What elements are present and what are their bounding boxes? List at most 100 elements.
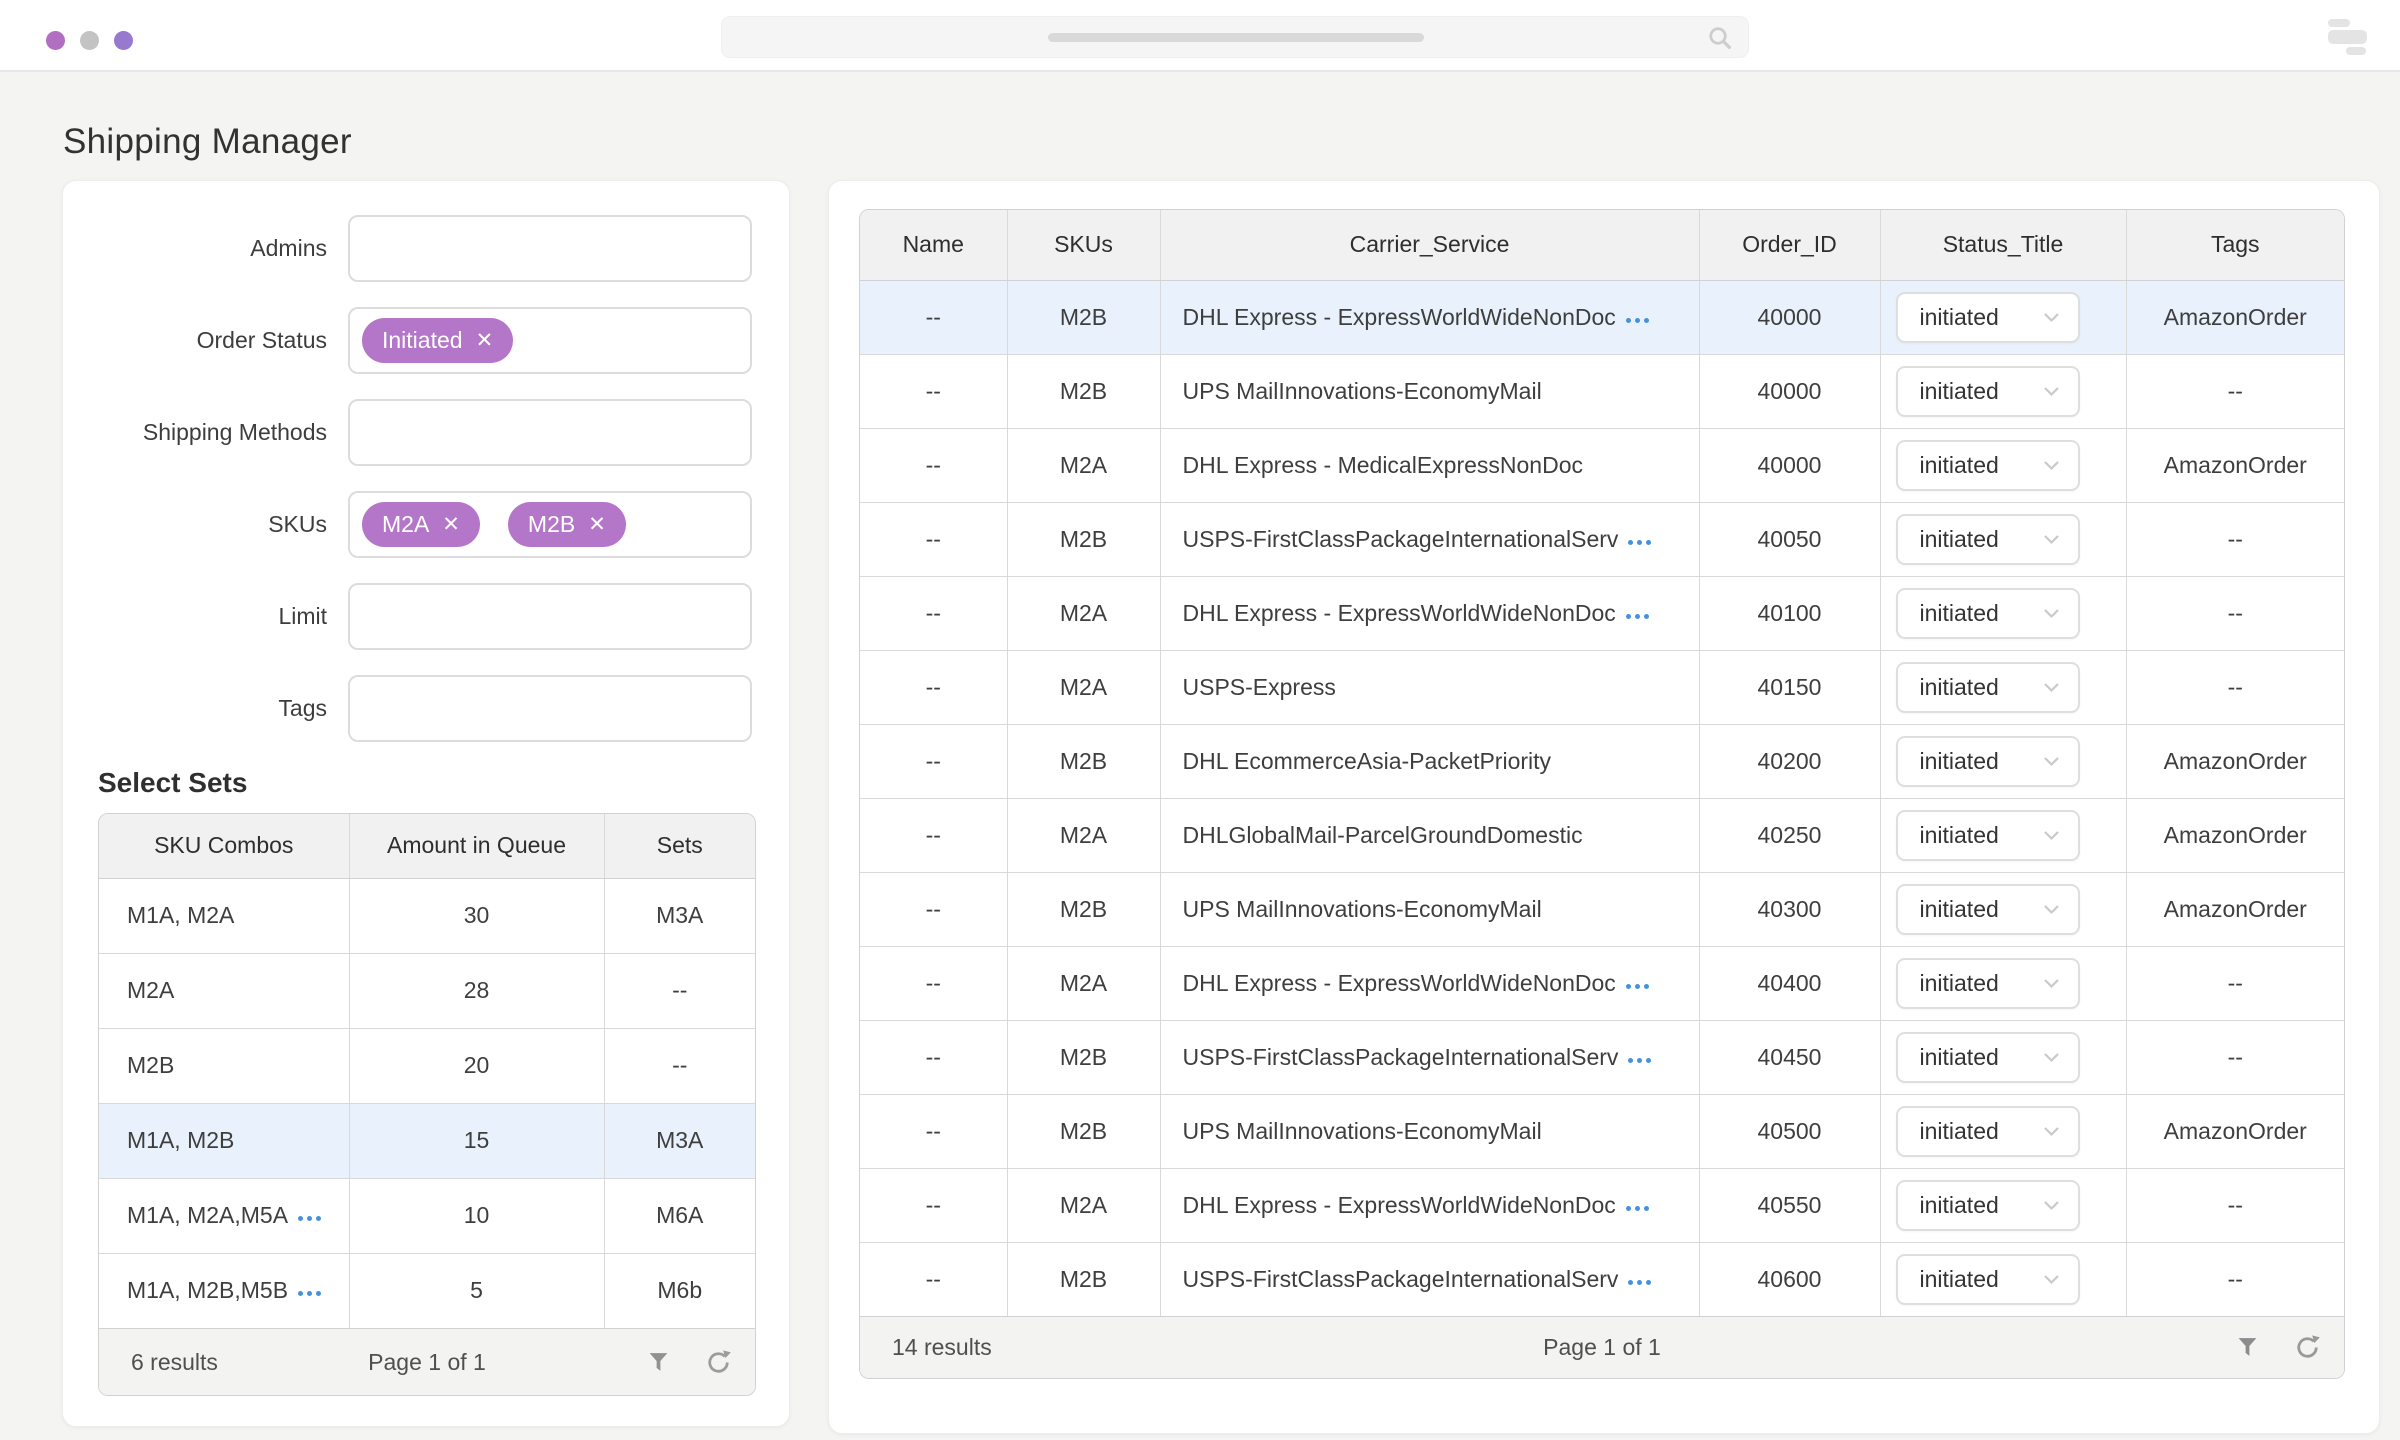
- cell-skus: M2A: [1007, 650, 1160, 724]
- filter-pill[interactable]: Initiated ✕: [362, 318, 513, 363]
- tags-input[interactable]: [348, 675, 752, 742]
- status-dropdown[interactable]: initiated: [1896, 884, 2080, 935]
- cell-tags: --: [2126, 1020, 2344, 1094]
- cell-skus: M2B: [1007, 872, 1160, 946]
- cell-skus: M2B: [1007, 724, 1160, 798]
- status-dropdown[interactable]: initiated: [1896, 292, 2080, 343]
- status-dropdown[interactable]: initiated: [1896, 958, 2080, 1009]
- field-label: SKUs: [63, 511, 327, 538]
- truncation-ellipsis-icon[interactable]: [1626, 318, 1649, 323]
- cell-status-title: initiated: [1880, 1168, 2126, 1242]
- select-sets-row[interactable]: M1A, M2B15M3A: [99, 1103, 755, 1178]
- filter-pill[interactable]: M2B✕: [508, 502, 626, 547]
- search-icon[interactable]: [1706, 24, 1734, 52]
- order-row[interactable]: --M2BUSPS-FirstClassPackageInternational…: [860, 502, 2344, 576]
- cell-amount-in-queue: 28: [349, 953, 604, 1028]
- pill-remove-icon[interactable]: ✕: [588, 514, 606, 535]
- chevron-down-icon: [2043, 534, 2060, 545]
- truncation-ellipsis-icon[interactable]: [1628, 1280, 1651, 1285]
- cell-skus: M2B: [1007, 280, 1160, 354]
- status-dropdown[interactable]: initiated: [1896, 662, 2080, 713]
- order-status-input[interactable]: Initiated ✕: [348, 307, 752, 374]
- cell-carrier-service: DHL Express - ExpressWorldWideNonDoc: [1160, 1168, 1699, 1242]
- truncation-ellipsis-icon[interactable]: [1628, 540, 1651, 545]
- order-row[interactable]: --M2BUSPS-FirstClassPackageInternational…: [860, 1020, 2344, 1094]
- select-sets-row[interactable]: M1A, M2A30M3A: [99, 878, 755, 953]
- order-row[interactable]: --M2ADHL Express - ExpressWorldWideNonDo…: [860, 1168, 2344, 1242]
- order-row[interactable]: --M2BUPS MailInnovations-EconomyMail4000…: [860, 354, 2344, 428]
- cell-status-title: initiated: [1880, 1242, 2126, 1316]
- window-control-dot-3[interactable]: [114, 31, 133, 50]
- cell-tags: --: [2126, 354, 2344, 428]
- shipping-manager-page: Shipping Manager Admins Order Status Ini…: [0, 0, 2400, 1440]
- status-dropdown[interactable]: initiated: [1896, 810, 2080, 861]
- refresh-icon[interactable]: [2292, 1333, 2322, 1363]
- status-value: initiated: [1920, 748, 1999, 775]
- status-dropdown[interactable]: initiated: [1896, 736, 2080, 787]
- status-value: initiated: [1920, 1044, 1999, 1071]
- cell-tags: --: [2126, 1242, 2344, 1316]
- refresh-icon[interactable]: [703, 1347, 733, 1377]
- cell-tags: AmazonOrder: [2126, 724, 2344, 798]
- cell-order-id: 40500: [1699, 1094, 1880, 1168]
- status-value: initiated: [1920, 526, 1999, 553]
- pill-label: Initiated: [382, 327, 463, 354]
- cell-skus: M2A: [1007, 946, 1160, 1020]
- status-dropdown[interactable]: initiated: [1896, 1106, 2080, 1157]
- order-row[interactable]: --M2BDHL EcommerceAsia-PacketPriority402…: [860, 724, 2344, 798]
- limit-input[interactable]: [348, 583, 752, 650]
- truncation-ellipsis-icon[interactable]: [298, 1291, 321, 1296]
- search-input[interactable]: [721, 16, 1749, 58]
- order-row[interactable]: --M2BUPS MailInnovations-EconomyMail4030…: [860, 872, 2344, 946]
- cell-tags: AmazonOrder: [2126, 798, 2344, 872]
- order-row[interactable]: --M2BDHL Express - ExpressWorldWideNonDo…: [860, 280, 2344, 354]
- cell-sets: --: [604, 953, 755, 1028]
- chevron-down-icon: [2043, 682, 2060, 693]
- shipping-methods-input[interactable]: [348, 399, 752, 466]
- cell-status-title: initiated: [1880, 650, 2126, 724]
- select-sets-row[interactable]: M1A, M2A,M5A10M6A: [99, 1178, 755, 1253]
- status-dropdown[interactable]: initiated: [1896, 514, 2080, 565]
- field-shipping-methods: Shipping Methods: [63, 399, 752, 466]
- status-dropdown[interactable]: initiated: [1896, 1254, 2080, 1305]
- chevron-down-icon: [2043, 756, 2060, 767]
- order-row[interactable]: --M2ADHL Express - ExpressWorldWideNonDo…: [860, 576, 2344, 650]
- admins-input[interactable]: [348, 215, 752, 282]
- order-row[interactable]: --M2BUSPS-FirstClassPackageInternational…: [860, 1242, 2344, 1316]
- cell-skus: M2A: [1007, 1168, 1160, 1242]
- window-control-dot-2[interactable]: [80, 31, 99, 50]
- window-control-dot-1[interactable]: [46, 31, 65, 50]
- filter-icon[interactable]: [643, 1347, 673, 1377]
- cell-tags: AmazonOrder: [2126, 872, 2344, 946]
- order-row[interactable]: --M2ADHL Express - ExpressWorldWideNonDo…: [860, 946, 2344, 1020]
- filter-pill[interactable]: M2A ✕: [362, 502, 480, 547]
- select-sets-row[interactable]: M2B20--: [99, 1028, 755, 1103]
- order-row[interactable]: --M2ADHLGlobalMail-ParcelGroundDomestic4…: [860, 798, 2344, 872]
- select-sets-row[interactable]: M1A, M2B,M5B5M6b: [99, 1253, 755, 1328]
- truncation-ellipsis-icon[interactable]: [1626, 614, 1649, 619]
- pill-remove-icon[interactable]: ✕: [476, 330, 494, 351]
- truncation-ellipsis-icon[interactable]: [1626, 984, 1649, 989]
- orders-table: NameSKUsCarrier_ServiceOrder_IDStatus_Ti…: [859, 209, 2345, 1379]
- status-dropdown[interactable]: initiated: [1896, 1180, 2080, 1231]
- field-label: Admins: [63, 235, 327, 262]
- cell-sku-combos: M2B: [99, 1028, 349, 1103]
- skus-input[interactable]: M2A✕M2B✕: [348, 491, 752, 558]
- status-dropdown[interactable]: initiated: [1896, 588, 2080, 639]
- status-dropdown[interactable]: initiated: [1896, 440, 2080, 491]
- status-value: initiated: [1920, 1192, 1999, 1219]
- pill-label: M2A: [382, 511, 429, 538]
- select-sets-row[interactable]: M2A28--: [99, 953, 755, 1028]
- truncation-ellipsis-icon[interactable]: [1628, 1058, 1651, 1063]
- truncation-ellipsis-icon[interactable]: [298, 1216, 321, 1221]
- order-row[interactable]: --M2BUPS MailInnovations-EconomyMail4050…: [860, 1094, 2344, 1168]
- truncation-ellipsis-icon[interactable]: [1626, 1206, 1649, 1211]
- filter-icon[interactable]: [2232, 1333, 2262, 1363]
- status-dropdown[interactable]: initiated: [1896, 366, 2080, 417]
- status-dropdown[interactable]: initiated: [1896, 1032, 2080, 1083]
- order-row[interactable]: --M2ADHL Express - MedicalExpressNonDoc4…: [860, 428, 2344, 502]
- browser-menu-bars-icon[interactable]: [2328, 19, 2367, 54]
- order-row[interactable]: --M2AUSPS-Express40150initiated--: [860, 650, 2344, 724]
- cell-name: --: [860, 576, 1007, 650]
- pill-remove-icon[interactable]: ✕: [442, 514, 460, 535]
